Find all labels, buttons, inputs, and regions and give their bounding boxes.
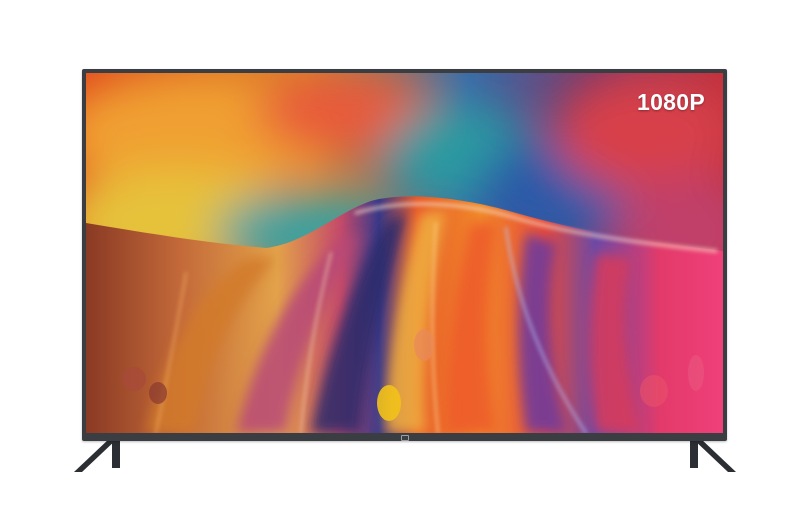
tv-screen: 1080P [86, 73, 723, 433]
abstract-wallpaper [86, 73, 723, 433]
left-stand [74, 438, 120, 472]
right-stand [690, 438, 736, 472]
mi-logo-icon [400, 435, 409, 441]
resolution-label: 1080P [636, 89, 705, 115]
tv-bezel: 1080P [82, 69, 727, 441]
product-image: 1080P [0, 0, 800, 516]
